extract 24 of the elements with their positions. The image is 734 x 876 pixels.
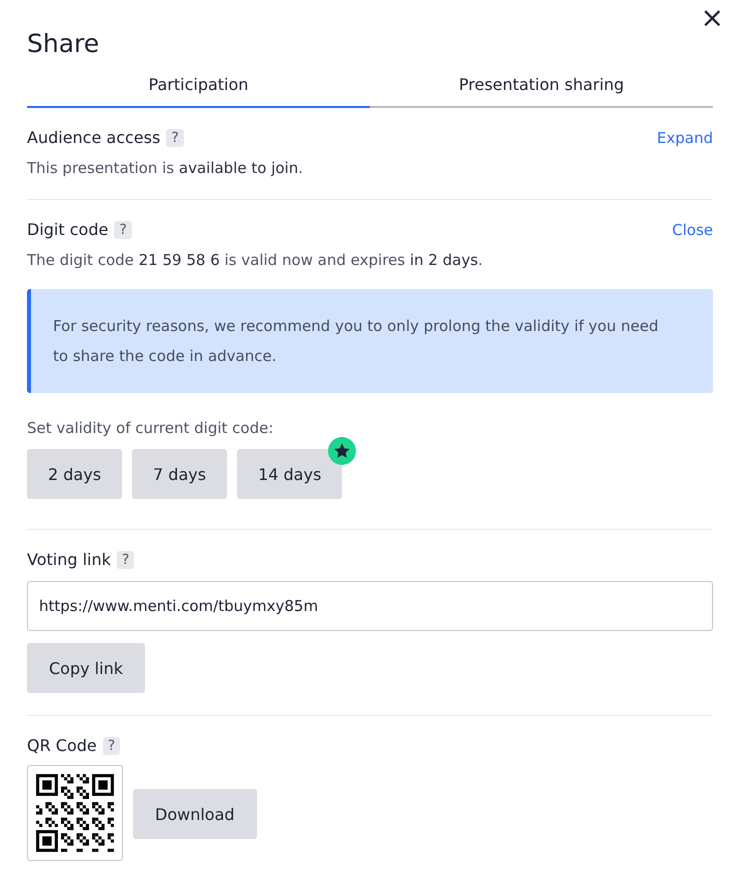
link-field[interactable]: https://www.menti.com/tbuymxy85m: [27, 581, 713, 631]
expand-link[interactable]: Expand: [656, 128, 713, 146]
dialog-title: Share: [27, 28, 100, 60]
security-notice: For security reasons, we recommend you to only prolong the validity if you need to share the code in advance.: [27, 289, 713, 393]
code-description: The digit code 21 59 58 6 is valid now and expires in 2 days.: [27, 251, 484, 269]
close-link[interactable]: Close: [672, 220, 713, 238]
section-heading: QR Code: [27, 736, 97, 755]
copy-link-button[interactable]: Copy link: [27, 643, 145, 693]
tab[interactable]: Presentation sharing: [370, 69, 713, 108]
help-icon[interactable]: ?: [102, 736, 120, 754]
section-heading: Digit code: [27, 220, 108, 239]
validity-option[interactable]: 2 days: [27, 449, 122, 499]
section-heading: Audience access: [27, 128, 160, 147]
access-status: This presentation is available to join.: [27, 159, 304, 177]
help-icon[interactable]: ?: [116, 550, 134, 568]
close-button[interactable]: ×: [694, 2, 730, 34]
help-icon[interactable]: ?: [114, 220, 132, 238]
validity-option[interactable]: 7 days: [132, 449, 228, 499]
validity-option[interactable]: 14 days: [237, 449, 342, 499]
help-icon[interactable]: ?: [166, 128, 184, 146]
section-heading: Voting link: [27, 550, 111, 569]
download-button[interactable]: Download: [133, 789, 257, 839]
tab[interactable]: Participation: [27, 69, 370, 108]
validity-label: Set validity of current digit code:: [27, 419, 274, 437]
